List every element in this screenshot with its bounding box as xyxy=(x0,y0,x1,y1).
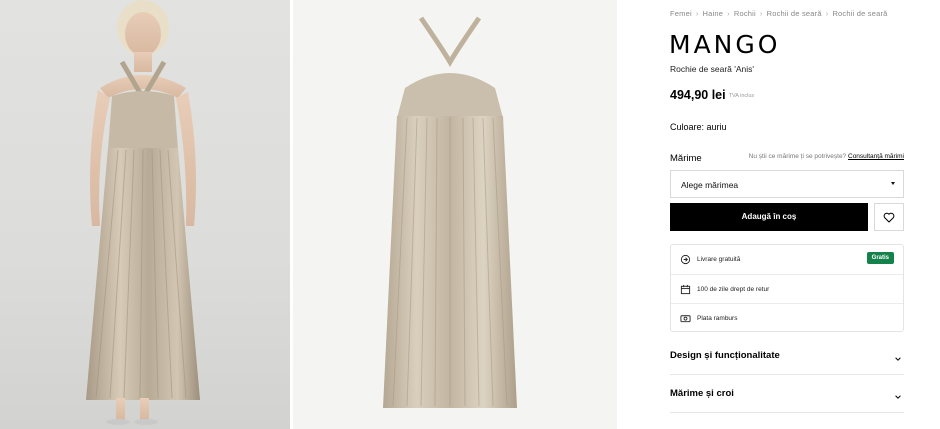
favorite-button[interactable] xyxy=(874,203,904,231)
breadcrumb-item[interactable]: Rochii de seară xyxy=(767,9,822,18)
benefit-label: Plata ramburs xyxy=(697,314,738,322)
color-label: Culoare: xyxy=(670,122,705,132)
benefit-label: Livrare gratuită xyxy=(697,256,741,263)
chevron-right-icon: › xyxy=(825,9,829,18)
benefits-box: Livrare gratuită Gratis 100 de zile drep… xyxy=(670,244,904,332)
product-page: Femei › Haine › Rochii › Rochii de seară › Rochi… xyxy=(0,0,940,429)
product-title: Rochie de seară 'Anis' xyxy=(670,64,755,74)
accordion-size-fit[interactable]: Mărime și croi xyxy=(670,375,904,413)
breadcrumb-item[interactable]: Rochii de seară xyxy=(832,9,887,18)
benefit-free-delivery: Livrare gratuită Gratis xyxy=(671,245,903,274)
accordion-label: Design și funcționalitate xyxy=(670,350,780,361)
product-photo-flat[interactable] xyxy=(293,0,617,429)
benefit-label: 100 de zile drept de retur xyxy=(697,285,770,293)
calendar-icon xyxy=(680,284,691,295)
cash-icon xyxy=(680,313,691,324)
chevron-right-icon: › xyxy=(695,9,699,18)
model-illustration xyxy=(86,0,200,425)
breadcrumb-item[interactable]: Femei xyxy=(670,9,692,18)
color-value: auriu xyxy=(706,122,727,132)
accordion-label: Mărime și croi xyxy=(670,388,734,399)
size-select[interactable]: Alege mărimea xyxy=(670,170,904,198)
size-help-text: Nu știi ce mărime ți se potrivește? xyxy=(748,153,847,160)
benefit-cash-on-delivery: Plata ramburs xyxy=(671,303,903,332)
price-value: 494,90 lei xyxy=(670,88,726,102)
breadcrumb: Femei › Haine › Rochii › Rochii de seară › Rochi… xyxy=(670,9,888,18)
free-badge: Gratis xyxy=(866,252,894,264)
product-info-panel: Femei › Haine › Rochii › Rochii de seară › Rochi… xyxy=(669,0,904,429)
accordion-design[interactable]: Design și funcționalitate xyxy=(670,337,904,375)
benefit-returns: 100 de zile drept de retur xyxy=(671,274,903,303)
chevron-down-icon xyxy=(894,388,902,406)
delivery-icon xyxy=(680,254,691,265)
caret-down-icon xyxy=(891,182,895,185)
brand-logo[interactable]: MANGO xyxy=(669,30,780,59)
color-info: Culoare: auriu xyxy=(670,122,727,132)
size-select-value: Alege mărimea xyxy=(681,180,739,190)
chevron-down-icon xyxy=(894,350,902,368)
size-help: Nu știi ce mărime ți se potrivește? Cons… xyxy=(749,153,904,160)
product-photo-model[interactable] xyxy=(0,0,290,429)
breadcrumb-item[interactable]: Rochii xyxy=(734,9,756,18)
size-guide-link[interactable]: Consultanță mărimi xyxy=(848,153,904,160)
add-to-cart-button[interactable]: Adaugă în coș xyxy=(670,203,868,231)
product-price: 494,90 lei TVA inclus xyxy=(670,88,754,102)
chevron-right-icon: › xyxy=(759,9,763,18)
dress-illustration xyxy=(383,16,517,408)
breadcrumb-item[interactable]: Haine xyxy=(703,9,724,18)
vat-note: TVA inclus xyxy=(728,92,755,99)
size-row: Mărime Nu știi ce mărime ți se potriveșt… xyxy=(670,152,904,166)
chevron-right-icon: › xyxy=(727,9,730,18)
heart-icon xyxy=(883,212,895,222)
size-label: Mărime xyxy=(670,153,702,164)
